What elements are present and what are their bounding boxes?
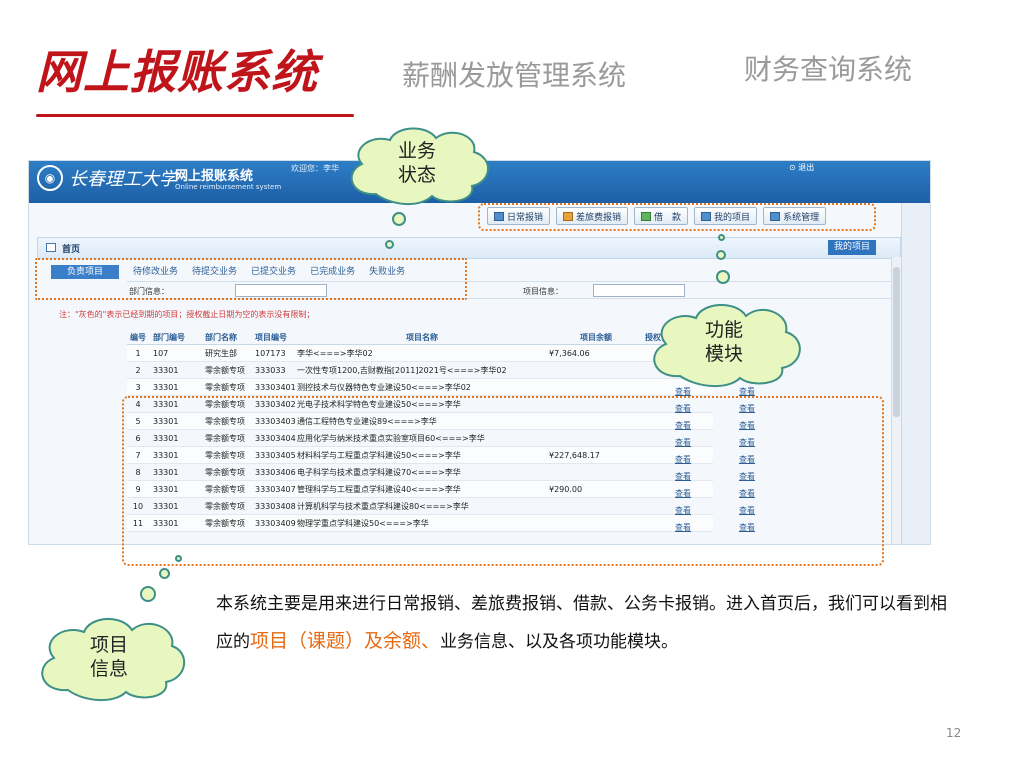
table-row[interactable]: 2 33301 零余额专项 333033 一次性专项1200,吉财教指[2011]202… <box>127 362 713 379</box>
callout-tail-bubble <box>716 270 730 284</box>
table-cell: 李华<===>李华02 <box>297 349 373 358</box>
table-cell <box>547 362 643 378</box>
table-cell: 研究生部 <box>205 349 237 358</box>
university-seal-icon: ◉ <box>37 165 63 191</box>
scroll-thumb[interactable] <box>893 267 900 417</box>
callout-text: 业务 状态 <box>336 120 498 206</box>
app-system-name: 网上报账系统 <box>175 169 254 184</box>
page-number: 12 <box>946 726 962 740</box>
callout-line: 项目 <box>89 634 128 656</box>
table-cell: 333033 <box>255 366 286 375</box>
description-paragraph: 本系统主要是用来进行日常报销、差旅费报销、借款、公务卡报销。进入首页后，我们可以… <box>216 586 956 661</box>
callout-line: 业务 <box>397 140 436 162</box>
table-row[interactable]: 3 33301 零余额专项 33303401 测控技术与仪器特色专业建设50<===>李… <box>127 379 713 396</box>
slide-title: 网上报账系统 <box>36 45 318 99</box>
home-link[interactable]: 首页 <box>62 242 80 255</box>
description-highlight: 项目（课题）及余额、 <box>250 630 441 652</box>
exit-button[interactable]: ⊙ 退出 <box>789 162 814 173</box>
table-cell: 33303401 <box>255 383 296 392</box>
project-note: 注："灰色的"表示已经到期的项目；授权截止日期为空的表示没有限制； <box>59 310 315 319</box>
callout-line: 功能 <box>704 319 743 341</box>
callout-tail-bubble <box>385 240 394 249</box>
table-cell: 测控技术与仪器特色专业建设50<===>李华02 <box>297 383 471 392</box>
callout-tail-bubble <box>718 234 725 241</box>
subtitle-salary-system: 薪酬发放管理系统 <box>402 59 627 92</box>
project-info-label: 项目信息： <box>523 287 563 296</box>
exit-label: 退出 <box>798 163 815 172</box>
callout-function-modules: 功能 模块 <box>640 296 808 388</box>
callout-line: 状态 <box>397 164 436 186</box>
table-cell: 2 <box>135 366 141 375</box>
vertical-scrollbar[interactable] <box>891 257 901 544</box>
col-header: 部门名称 <box>205 333 237 342</box>
callout-tail-bubble <box>159 568 170 579</box>
callout-text: 项目 信息 <box>28 612 190 702</box>
table-cell: 一次性专项1200,吉财教指[2011]2021号<===>李华02 <box>297 366 507 375</box>
callout-line: 模块 <box>704 343 743 365</box>
col-header: 编号 <box>130 333 146 342</box>
table-cell: 33301 <box>153 366 179 375</box>
callout-tail-bubble <box>140 586 156 602</box>
home-breadcrumb-bar: 首页 我的项目 <box>37 237 901 259</box>
col-header: 部门编号 <box>153 333 185 342</box>
table-cell: 33301 <box>153 383 179 392</box>
table-cell <box>547 379 643 395</box>
table-row[interactable]: 1 107 研究生部 107173 李华<===>李华02 ¥7,364.06 <box>127 345 713 362</box>
callout-business-status: 业务 状态 <box>336 120 498 206</box>
title-underline <box>36 114 354 117</box>
app-system-name-en: Online reimbursement system <box>175 183 282 191</box>
table-cell: 零余额专项 <box>205 383 245 392</box>
callout-text: 功能 模块 <box>640 296 808 388</box>
welcome-text: 欢迎您：李华 <box>291 164 339 173</box>
table-header-row: 编号 部门编号 部门名称 项目编号 项目名称 项目余额 授权使用 <box>127 331 713 345</box>
callout-tail-bubble <box>392 212 406 226</box>
table-cell: 1 <box>135 349 141 358</box>
toolbar-highlight-frame <box>478 203 876 231</box>
tabs-highlight-frame <box>35 258 467 300</box>
my-projects-button[interactable]: 我的项目 <box>827 240 876 255</box>
table-cell: 107173 <box>255 349 286 358</box>
table-cell: 107 <box>153 349 169 358</box>
col-header: 项目编号 <box>255 333 287 342</box>
side-panel-strip <box>901 203 930 544</box>
col-header: 项目余额 <box>580 333 612 342</box>
university-name: 长春理工大学 <box>69 169 177 190</box>
table-cell: 3 <box>135 383 141 392</box>
subtitle-finance-query-system: 财务查询系统 <box>744 53 913 86</box>
table-highlight-frame <box>122 396 884 566</box>
table-cell: 零余额专项 <box>205 366 245 375</box>
home-icon <box>46 243 56 252</box>
callout-project-info: 项目 信息 <box>28 612 190 702</box>
table-cell: ¥7,364.06 <box>549 349 590 358</box>
col-header: 项目名称 <box>406 333 438 342</box>
callout-tail-bubble <box>716 250 726 260</box>
callout-line: 信息 <box>89 658 128 680</box>
callout-tail-bubble <box>175 555 182 562</box>
description-text: 业务信息、以及各项功能模块。 <box>440 632 679 652</box>
